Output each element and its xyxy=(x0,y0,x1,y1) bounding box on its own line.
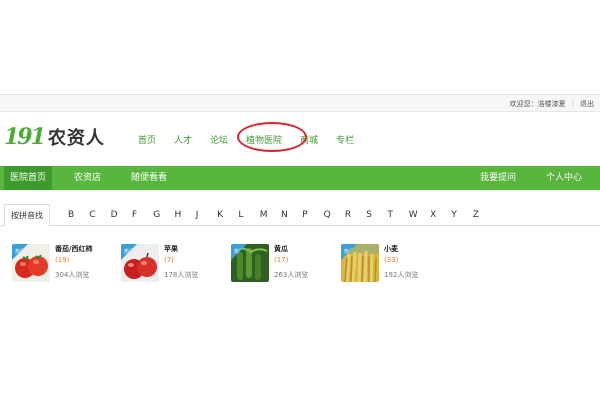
letter-p[interactable]: P xyxy=(302,204,307,226)
site-header: 191 农资人 首页 人才 论坛 植物医院 商城 专栏 xyxy=(0,112,600,166)
letter-h[interactable]: H xyxy=(175,204,182,226)
nav-column[interactable]: 专栏 xyxy=(336,133,354,146)
tab-hospital-home[interactable]: 医院首页 xyxy=(4,166,53,190)
letter-x[interactable]: X xyxy=(430,204,436,226)
crop-views: 304人浏览 xyxy=(55,271,90,279)
letter-m[interactable]: M xyxy=(260,204,268,226)
nav-forum[interactable]: 论坛 xyxy=(210,133,228,146)
crop-item-cucumber[interactable]: 热门 黄瓜 (17) 263人浏览 xyxy=(231,240,341,286)
letter-y[interactable]: Y xyxy=(451,204,457,226)
pinyin-filter: 按拼音找 BCDFGHJKLMNPQRSTWXYZ xyxy=(0,204,600,226)
letter-r[interactable]: R xyxy=(345,204,351,226)
apple-image: 热门 xyxy=(121,244,159,282)
tab-browse[interactable]: 随便看看 xyxy=(131,166,167,190)
letter-g[interactable]: G xyxy=(153,204,160,226)
wheat-image: 热门 xyxy=(341,244,379,282)
nav-home[interactable]: 首页 xyxy=(138,133,156,146)
pinyin-filter-label[interactable]: 按拼音找 xyxy=(4,204,50,226)
personal-center-link[interactable]: 个人中心 xyxy=(546,166,582,190)
crop-count: (7) xyxy=(164,256,174,264)
separator: | xyxy=(571,99,574,107)
letter-z[interactable]: Z xyxy=(473,204,479,226)
crop-name: 小麦 xyxy=(384,245,398,253)
letter-l[interactable]: L xyxy=(238,204,243,226)
logo-text: 农资人 xyxy=(47,128,105,149)
cucumber-image: 热门 xyxy=(231,244,269,282)
top-links: 欢迎您：浩楼漆夏 | 退出 xyxy=(510,99,594,109)
nav-talent[interactable]: 人才 xyxy=(174,133,192,146)
tomato-image: 热门 xyxy=(12,244,50,282)
welcome-text: 欢迎您：浩楼漆夏 xyxy=(509,100,566,108)
letter-w[interactable]: W xyxy=(409,204,418,226)
crop-name: 番茄/西红柿 xyxy=(55,245,93,253)
letter-d[interactable]: D xyxy=(111,204,118,226)
site-logo[interactable]: 191 农资人 xyxy=(4,124,105,150)
letter-q[interactable]: Q xyxy=(324,204,331,226)
crop-item-apple[interactable]: 热门 苹果 (7) 178人浏览 xyxy=(121,240,231,286)
tab-agri-store[interactable]: 农资店 xyxy=(74,166,101,190)
crop-item-tomato[interactable]: 热门 番茄/西红柿 (19) 304人浏览 xyxy=(12,240,122,286)
crop-list: 热门 番茄/西红柿 (19) 304人浏览 热门 苹果 (7) 178人浏览 热… xyxy=(0,240,600,290)
crop-count: (19) xyxy=(55,256,70,264)
crop-views: 178人浏览 xyxy=(164,271,199,279)
letter-c[interactable]: C xyxy=(89,204,95,226)
crop-count: (17) xyxy=(274,256,289,264)
letter-b[interactable]: B xyxy=(68,204,74,226)
hospital-nav-bar: 医院首页 农资店 随便看看 我要提问 个人中心 xyxy=(0,166,600,190)
letter-t[interactable]: T xyxy=(388,204,394,226)
ask-question-link[interactable]: 我要提问 xyxy=(480,166,516,190)
crop-count: (33) xyxy=(384,256,399,264)
letter-f[interactable]: F xyxy=(132,204,137,226)
crop-name: 黄瓜 xyxy=(274,245,288,253)
crop-item-wheat[interactable]: 热门 小麦 (33) 192人浏览 xyxy=(341,240,451,286)
crop-views: 263人浏览 xyxy=(274,271,309,279)
letter-n[interactable]: N xyxy=(281,204,288,226)
letter-k[interactable]: K xyxy=(217,204,223,226)
letter-j[interactable]: J xyxy=(196,204,199,226)
crop-name: 苹果 xyxy=(164,245,178,253)
crop-views: 192人浏览 xyxy=(384,271,419,279)
red-highlight-circle xyxy=(237,122,307,152)
logout-link[interactable]: 退出 xyxy=(580,99,594,109)
logo-mark: 191 xyxy=(4,124,46,150)
top-welcome-bar: 欢迎您：浩楼漆夏 | 退出 xyxy=(0,94,600,112)
letter-s[interactable]: S xyxy=(366,204,372,226)
